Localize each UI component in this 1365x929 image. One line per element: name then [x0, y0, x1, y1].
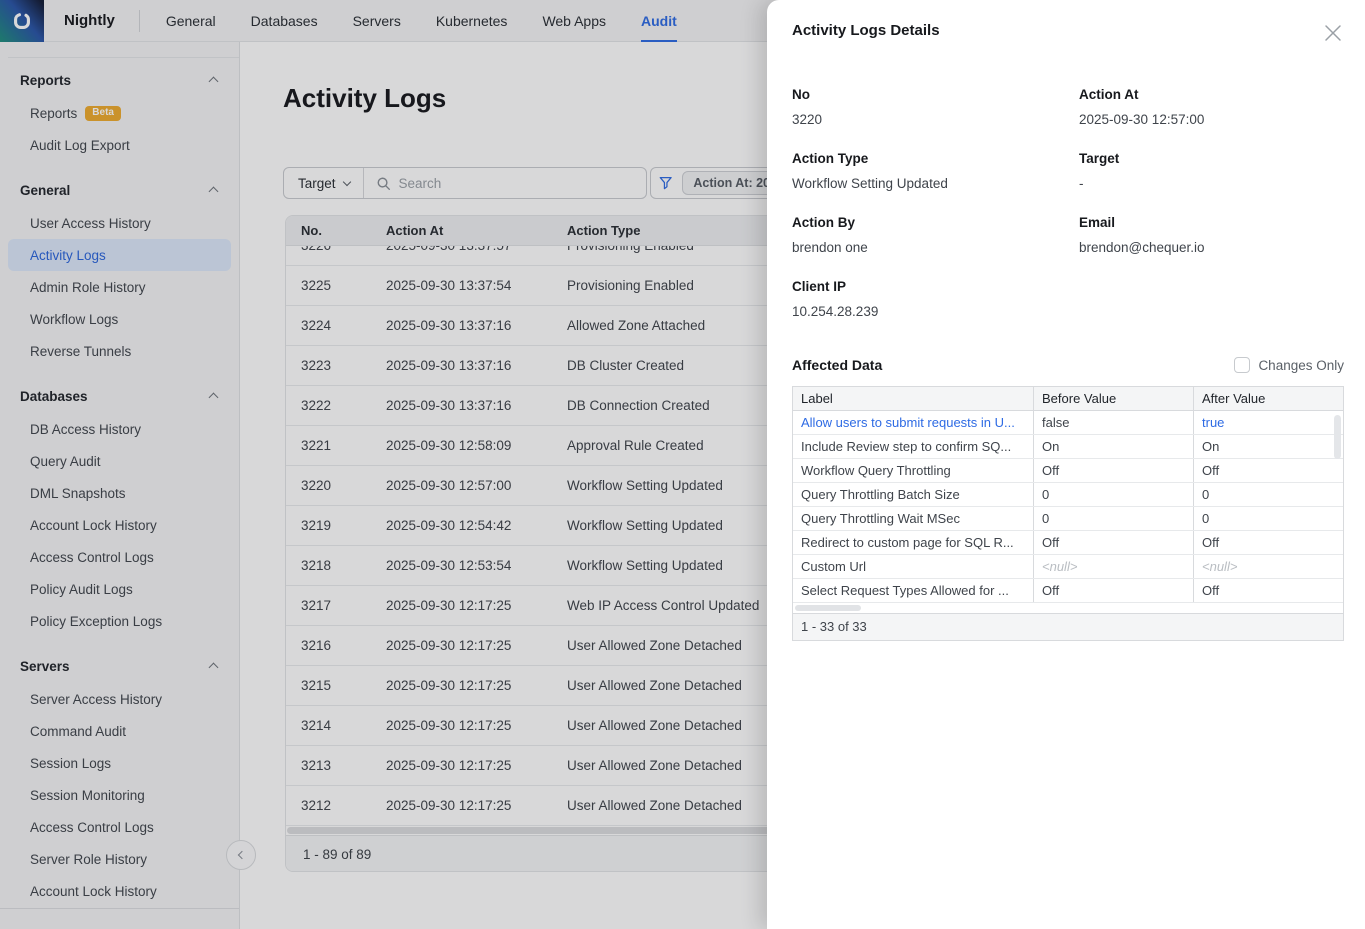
field-email: Email brendon@chequer.io [1079, 215, 1344, 255]
panel-header: Activity Logs Details [767, 0, 1365, 44]
affected-row: Select Request Types Allowed for ... Off… [793, 579, 1343, 603]
detail-fields: No 3220 Action At 2025-09-30 12:57:00 Ac… [792, 87, 1344, 343]
field-no: No 3220 [792, 87, 1079, 127]
field-target: Target - [1079, 151, 1344, 191]
close-button[interactable] [1322, 22, 1344, 44]
affected-data-title: Affected Data [792, 357, 882, 373]
affected-row: Redirect to custom page for SQL R... Off… [793, 531, 1343, 555]
affected-row: Custom Url <null> <null> [793, 555, 1343, 579]
column-header-label: Label [793, 387, 1033, 410]
changes-only-checkbox[interactable] [1234, 357, 1250, 373]
field-client-ip: Client IP 10.254.28.239 [792, 279, 1079, 319]
affected-row: Workflow Query Throttling Off Off [793, 459, 1343, 483]
changes-only-toggle[interactable]: Changes Only [1234, 357, 1344, 373]
affected-table-body: Allow users to submit requests in U... f… [793, 411, 1343, 603]
affected-row: Query Throttling Batch Size 0 0 [793, 483, 1343, 507]
affected-row: Allow users to submit requests in U... f… [793, 411, 1343, 435]
panel-title: Activity Logs Details [792, 22, 940, 39]
affected-data-table: Label Before Value After Value Allow use… [792, 386, 1344, 641]
field-action-at: Action At 2025-09-30 12:57:00 [1079, 87, 1344, 127]
affected-row: Include Review step to confirm SQ... On … [793, 435, 1343, 459]
affected-data-header: Affected Data Changes Only [792, 357, 1344, 373]
field-action-type: Action Type Workflow Setting Updated [792, 151, 1079, 191]
affected-pagination: 1 - 33 of 33 [793, 613, 1343, 640]
vertical-scrollbar-thumb[interactable] [1334, 415, 1341, 459]
changes-only-label: Changes Only [1258, 358, 1344, 373]
close-icon [1323, 23, 1343, 43]
affected-row: Query Throttling Wait MSec 0 0 [793, 507, 1343, 531]
column-header-before-value: Before Value [1033, 387, 1193, 410]
app-root: Nightly General Databases Servers Kubern… [0, 0, 1365, 929]
affected-label-link[interactable]: Allow users to submit requests in U... [793, 411, 1033, 434]
affected-table-header: Label Before Value After Value [793, 387, 1343, 411]
scrollbar-thumb[interactable] [795, 605, 861, 611]
column-header-after-value: After Value [1193, 387, 1343, 410]
field-action-by: Action By brendon one [792, 215, 1079, 255]
affected-horizontal-scrollbar [793, 603, 1343, 613]
details-panel: Activity Logs Details No 3220 Action At … [767, 0, 1365, 929]
